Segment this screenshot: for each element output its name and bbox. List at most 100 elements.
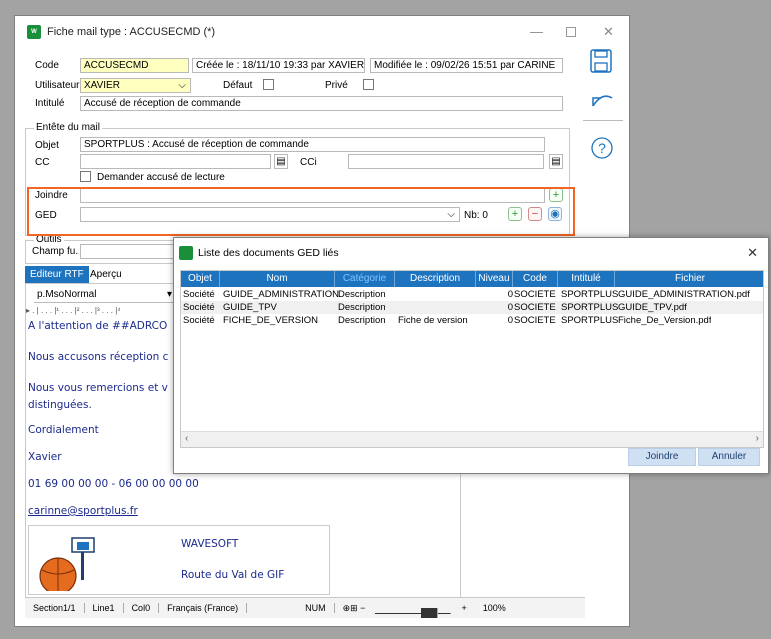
dropdown-arrow-icon: ▾ (166, 289, 172, 300)
created-info: Créée le : 18/11/10 19:33 par XAVIER (192, 58, 365, 73)
signature-company: WAVESOFT (181, 538, 239, 550)
text-line: Xavier (28, 451, 62, 463)
cell-nom: FICHE_DE_VERSION (223, 315, 319, 326)
status-language: Français (France) (159, 603, 248, 613)
status-col: Col0 (124, 603, 160, 613)
cell-intitule: SPORTPLUS (561, 289, 619, 300)
text-line: Nous vous remercions et v (28, 382, 168, 394)
cci-field[interactable] (348, 154, 544, 169)
intitule-label: Intitulé (35, 98, 65, 109)
svg-text:?: ? (598, 140, 606, 156)
cell-description: Fiche de version (398, 315, 468, 326)
user-label: Utilisateur (35, 80, 80, 91)
cell-code: SOCIETE (514, 315, 556, 326)
cell-fichier: Fiche_De_Version.pdf (618, 315, 712, 326)
code-label: Code (35, 60, 59, 71)
cell-categorie: Description (338, 302, 386, 313)
private-label: Privé (325, 80, 348, 91)
ged-add-icon[interactable]: + (508, 207, 522, 221)
signature-address: Route du Val de GIF (181, 569, 285, 581)
zoom-in-icon[interactable]: + (453, 603, 474, 613)
ged-remove-icon[interactable]: − (528, 207, 542, 221)
objet-field[interactable]: SPORTPLUS : Accusé de réception de comma… (80, 137, 545, 152)
app-icon: W (27, 25, 41, 39)
cell-categorie: Description (338, 289, 386, 300)
col-header-nom[interactable]: Nom (220, 271, 335, 287)
col-header-objet[interactable]: Objet (181, 271, 220, 287)
text-line: distinguées. (28, 399, 92, 411)
cell-objet: Société (183, 302, 215, 313)
chevron-down-icon: ⌵ (447, 209, 455, 220)
cell-code: SOCIETE (514, 289, 556, 300)
col-header-categorie[interactable]: Catégorie (335, 271, 395, 287)
text-line: A l'attention de ##ADRCO (28, 320, 168, 332)
joindre-label: Joindre (35, 190, 68, 201)
join-button[interactable]: Joindre (628, 448, 696, 466)
mail-header-legend: Entête du mail (34, 122, 102, 133)
layout-icons[interactable]: ⊕⊞ − (335, 603, 374, 614)
default-label: Défaut (223, 80, 253, 91)
style-value: p.MsoNormal (37, 289, 97, 300)
read-receipt-label: Demander accusé de lecture (97, 172, 225, 183)
col-header-niveau[interactable]: Niveau (476, 271, 513, 287)
window-title: Fiche mail type : ACCUSECMD (*) (47, 26, 216, 38)
ged-label: GED (35, 210, 57, 221)
scroll-left-icon[interactable]: ‹ (185, 433, 188, 444)
intitule-field[interactable]: Accusé de réception de commande (80, 96, 563, 111)
dialog-title: Liste des documents GED liés (198, 247, 339, 259)
add-attachment-icon[interactable]: + (549, 188, 563, 202)
ged-select[interactable]: ⌵ (80, 207, 460, 222)
text-line: Nous accusons réception c (28, 351, 169, 363)
col-header-fichier[interactable]: Fichier (615, 271, 763, 287)
table-row[interactable]: Société GUIDE_ADMINISTRATION Description… (181, 288, 763, 301)
user-value: XAVIER (84, 80, 120, 91)
help-icon[interactable]: ? (590, 136, 616, 162)
table-horizontal-scrollbar[interactable]: ‹ › (181, 431, 763, 447)
tools-legend: Outils (34, 234, 64, 245)
col-header-intitule[interactable]: Intitulé (558, 271, 615, 287)
zoom-level: 100% (482, 603, 506, 613)
table-row[interactable]: Société FICHE_DE_VERSION Description Fic… (181, 314, 763, 327)
cell-intitule: SPORTPLUS (561, 315, 619, 326)
minimize-icon[interactable]: — (530, 24, 543, 39)
style-select[interactable]: p.MsoNormal ▾ (34, 288, 174, 303)
tab-preview[interactable]: Aperçu (85, 266, 127, 283)
col-header-description[interactable]: Description (395, 271, 476, 287)
table-row[interactable]: Société GUIDE_TPV Description 0 SOCIETE … (181, 301, 763, 314)
ged-view-icon[interactable]: ◉ (548, 207, 562, 221)
undo-icon[interactable] (590, 90, 616, 116)
champ-field[interactable] (80, 244, 175, 259)
cc-field[interactable] (80, 154, 271, 169)
save-icon[interactable] (590, 49, 616, 75)
scroll-right-icon[interactable]: › (756, 433, 759, 444)
modified-info: Modifiée le : 09/02/26 15:51 par CARINE (370, 58, 563, 73)
address-book-cci-icon[interactable]: ▤ (549, 154, 563, 169)
objet-label: Objet (35, 140, 59, 151)
cancel-button[interactable]: Annuler (698, 448, 760, 466)
ged-count: Nb: 0 (464, 210, 488, 221)
cell-categorie: Description (338, 315, 386, 326)
status-num: NUM (297, 603, 335, 613)
cell-niveau: 0 (507, 302, 513, 313)
tab-rtf-editor[interactable]: Editeur RTF (25, 266, 89, 283)
cc-label: CC (35, 157, 50, 168)
user-select[interactable]: XAVIER ⌵ (80, 78, 191, 93)
default-checkbox[interactable] (263, 79, 274, 90)
cell-objet: Société (183, 289, 215, 300)
private-checkbox[interactable] (363, 79, 374, 90)
maximize-icon[interactable] (566, 27, 576, 37)
address-book-icon[interactable]: ▤ (274, 154, 288, 169)
sidebar-divider (583, 120, 623, 121)
joindre-field[interactable] (80, 188, 545, 203)
code-field[interactable]: ACCUSECMD (80, 58, 189, 73)
dialog-close-icon[interactable]: ✕ (747, 245, 758, 261)
read-receipt-checkbox[interactable] (80, 171, 91, 182)
cci-label: CCi (300, 157, 317, 168)
close-icon[interactable]: ✕ (603, 24, 614, 40)
cell-code: SOCIETE (514, 302, 556, 313)
cell-nom: GUIDE_ADMINISTRATION (223, 289, 339, 300)
email-link[interactable]: carinne@sportplus.fr (28, 505, 138, 517)
cell-niveau: 0 (507, 315, 513, 326)
text-line: 01 69 00 00 00 - 06 00 00 00 00 (28, 478, 199, 490)
col-header-code[interactable]: Code (513, 271, 558, 287)
